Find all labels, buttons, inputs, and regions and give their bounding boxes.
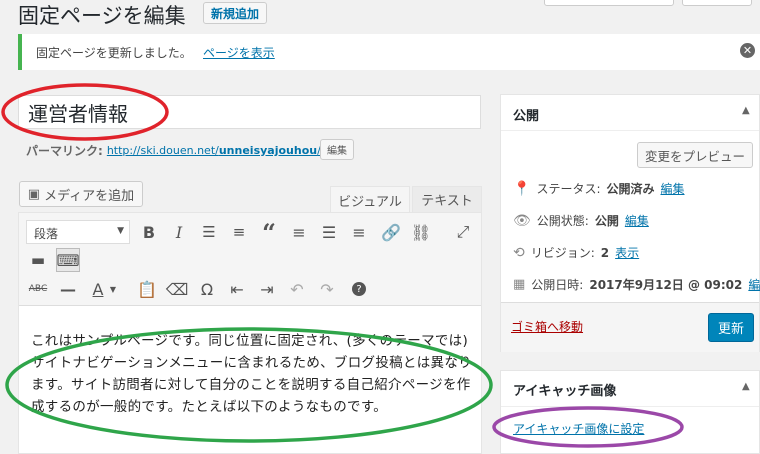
featured-image-box: アイキャッチ画像 ▲ アイキャッチ画像に設定 — [500, 370, 760, 454]
italic-icon[interactable]: I — [167, 220, 191, 244]
publish-title: 公開 — [513, 109, 540, 124]
clear-formatting-icon[interactable]: ⌫ — [165, 277, 189, 301]
read-more-icon[interactable]: ▬ — [26, 248, 50, 272]
permalink-link[interactable]: http://ski.douen.net/unneisyajouhou/ — [107, 144, 321, 157]
permalink-slug: unneisyajouhou — [218, 144, 318, 157]
date-label: 公開日時: — [531, 278, 584, 292]
collapse-icon[interactable]: ▲ — [742, 381, 750, 392]
horizontal-rule-icon[interactable]: — — [56, 277, 80, 301]
notice-text: 固定ページを更新しました。 — [36, 46, 192, 60]
date-row: ▦ 公開日時: 2017年9月12日 @ 09:02 編集 — [513, 276, 760, 293]
collapse-icon[interactable]: ▲ — [742, 105, 750, 116]
align-left-icon[interactable]: ≡ — [287, 220, 311, 244]
title-input[interactable]: 運営者情報 — [18, 95, 481, 129]
visibility-row: 👁 公開状態: 公開 編集 — [513, 212, 649, 229]
preview-button[interactable]: 変更をプレビュー — [637, 142, 753, 168]
title-value: 運営者情報 — [28, 102, 128, 126]
add-new-button[interactable]: 新規追加 — [203, 2, 267, 24]
date-edit-link[interactable]: 編集 — [748, 276, 760, 293]
bold-icon[interactable]: B — [137, 220, 161, 244]
date-value: 2017年9月12日 @ 09:02 — [589, 278, 743, 292]
redo-icon[interactable]: ↷ — [315, 277, 339, 301]
strikethrough-icon[interactable]: ABC — [26, 277, 50, 301]
status-row: 📍 ステータス: 公開済み 編集 — [513, 180, 685, 197]
help-button[interactable] — [682, 0, 752, 6]
outdent-icon[interactable]: ⇤ — [225, 277, 249, 301]
permalink-base: http://ski.douen.net/ — [106, 144, 219, 157]
revision-label: リビジョン: — [530, 246, 595, 260]
dismiss-icon[interactable]: ✕ — [740, 43, 755, 58]
media-icon: ▣ — [27, 186, 41, 202]
align-right-icon[interactable]: ≡ — [347, 220, 371, 244]
indent-icon[interactable]: ⇥ — [255, 277, 279, 301]
bullet-list-icon[interactable]: ☰ — [197, 220, 221, 244]
format-select[interactable]: 段落 ▼ — [26, 220, 130, 244]
page-title: 固定ページを編集 — [18, 4, 186, 28]
trash-link[interactable]: ゴミ箱へ移動 — [511, 318, 583, 335]
calendar-icon: ▦ — [513, 277, 526, 292]
publish-actions: ゴミ箱へ移動 更新 — [501, 302, 759, 352]
toolbar-toggle-icon[interactable]: ⌨ — [56, 248, 80, 272]
add-media-button[interactable]: ▣ メディアを追加 — [19, 181, 143, 207]
publish-box: 公開 ▲ 変更をプレビュー 📍 ステータス: 公開済み 編集 👁 公開状態: 公… — [500, 94, 760, 352]
update-notice: 固定ページを更新しました。 ページを表示 ✕ — [18, 34, 760, 70]
status-edit-link[interactable]: 編集 — [661, 180, 685, 197]
permalink-edit-button[interactable]: 編集 — [320, 139, 354, 160]
editor-box: 段落 ▼ B I ☰ ≡ “ ≡ ☰ ≡ 🔗 ⛓ ⤢ ▬ ⌨ ABC — A ▼… — [18, 212, 482, 454]
visibility-edit-link[interactable]: 編集 — [625, 212, 649, 229]
status-value: 公開済み — [606, 182, 655, 196]
help-icon[interactable]: ? — [347, 277, 371, 301]
featured-title: アイキャッチ画像 — [513, 384, 617, 399]
link-icon[interactable]: 🔗 — [379, 220, 403, 244]
paste-text-icon[interactable]: 📋 — [135, 277, 159, 301]
chevron-down-icon[interactable]: ▼ — [106, 277, 120, 301]
revision-view-link[interactable]: 表示 — [615, 244, 639, 261]
format-select-value: 段落 — [34, 227, 59, 241]
chevron-down-icon: ▼ — [117, 226, 124, 236]
blockquote-icon[interactable]: “ — [257, 218, 281, 247]
tab-text[interactable]: テキスト — [412, 186, 482, 212]
visibility-value: 公開 — [594, 214, 619, 228]
tab-visual[interactable]: ビジュアル — [330, 186, 410, 213]
align-center-icon[interactable]: ☰ — [317, 220, 341, 244]
visibility-label: 公開状態: — [536, 214, 589, 228]
update-button[interactable]: 更新 — [708, 313, 754, 342]
eye-icon: 👁 — [513, 212, 531, 229]
history-icon: ⟲ — [513, 244, 525, 261]
view-page-link[interactable]: ページを表示 — [203, 44, 275, 61]
special-character-icon[interactable]: Ω — [195, 277, 219, 301]
permalink-row: パーマリンク: http://ski.douen.net/unneisyajou… — [26, 142, 321, 159]
revision-row: ⟲ リビジョン: 2 表示 — [513, 244, 639, 261]
editor-content[interactable]: これはサンプルページです。同じ位置に固定され、(多くのテーマでは) サイトナビゲ… — [31, 330, 475, 418]
screen-options-button[interactable] — [544, 0, 674, 6]
revision-value: 2 — [600, 245, 610, 260]
editor-toolbar: 段落 ▼ B I ☰ ≡ “ ≡ ☰ ≡ 🔗 ⛓ ⤢ ▬ ⌨ ABC — A ▼… — [19, 213, 481, 306]
fullscreen-icon[interactable]: ⤢ — [451, 220, 475, 244]
set-featured-image-link[interactable]: アイキャッチ画像に設定 — [513, 420, 644, 437]
undo-icon[interactable]: ↶ — [285, 277, 309, 301]
numbered-list-icon[interactable]: ≡ — [227, 220, 251, 244]
status-label: ステータス: — [536, 182, 601, 196]
unlink-icon[interactable]: ⛓ — [409, 220, 433, 244]
pin-icon: 📍 — [513, 180, 531, 197]
permalink-label: パーマリンク: — [26, 144, 103, 158]
add-media-label: メディアを追加 — [44, 188, 135, 204]
